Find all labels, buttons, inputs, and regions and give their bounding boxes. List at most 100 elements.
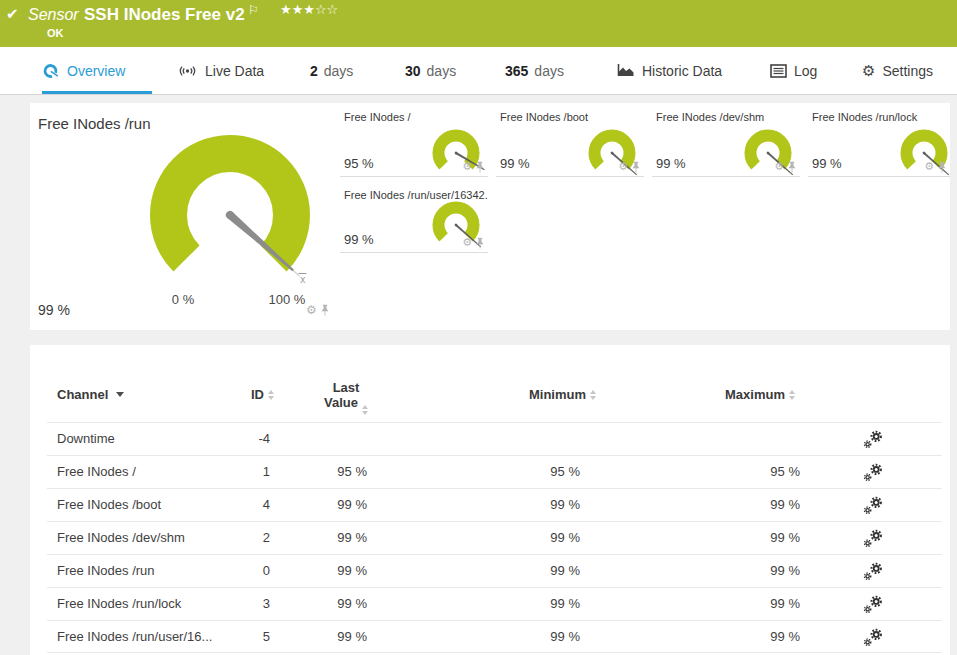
channel-name[interactable]: Free INodes /dev/shm — [57, 521, 185, 554]
gauge-value: 99 % — [500, 156, 530, 171]
channel-settings-icon[interactable] — [863, 496, 883, 515]
channel-maximum: 99 % — [700, 521, 800, 554]
channel-name[interactable]: Downtime — [57, 422, 115, 455]
table-row[interactable]: Free INodes /run 0 99 % 99 % 99 % — [30, 554, 950, 587]
channel-settings-icon[interactable] — [863, 628, 883, 647]
pin-icon[interactable] — [475, 161, 485, 173]
channels-table: Channel ID Last Value Minimum Maximum Do… — [30, 345, 950, 655]
gauge-tile: Free INodes /run/user/16342... 99 % ⚙ — [340, 188, 488, 253]
gauge-settings-icon[interactable]: ⚙ — [618, 160, 628, 173]
channel-settings-icon[interactable] — [863, 529, 883, 548]
gauge-value: 99 % — [656, 156, 686, 171]
channel-id: 2 — [190, 521, 270, 554]
col-header-id[interactable]: ID — [170, 387, 274, 402]
channel-minimum: 95 % — [480, 455, 580, 488]
gauge-settings-icon[interactable]: ⚙ — [924, 160, 934, 173]
channel-settings-icon[interactable] — [863, 463, 883, 482]
gauge-tile: Free INodes /dev/shm 99 % ⚙ — [652, 110, 800, 177]
svg-text:x: x — [300, 274, 305, 285]
channel-maximum: 99 % — [700, 620, 800, 653]
channel-name[interactable]: Free INodes /run/lock — [57, 587, 181, 620]
gauge-settings-icon[interactable]: ⚙ — [774, 160, 784, 173]
channel-id: 4 — [190, 488, 270, 521]
tab-label: Historic Data — [642, 63, 722, 79]
channel-id: 1 — [190, 455, 270, 488]
gauges-panel: Free INodes /run x 0 % 100 % 99 % ⚙ Free… — [30, 103, 950, 330]
average-marker: x — [299, 274, 307, 286]
sensor-header: ✔ Sensor SSH INodes Free v2 ⚐ ★★★☆☆ OK — [0, 0, 957, 47]
sort-icon — [590, 390, 596, 400]
table-row[interactable]: Downtime -4 — [30, 422, 950, 455]
object-kind-label: Sensor — [28, 6, 79, 24]
channel-last-value: 99 % — [280, 521, 367, 554]
tab-live-data[interactable]: Live Data — [177, 47, 264, 94]
pin-icon[interactable] — [320, 304, 330, 316]
status-check-icon: ✔ — [6, 5, 19, 23]
channel-maximum: 99 % — [700, 488, 800, 521]
tab-label: Live Data — [205, 63, 264, 79]
gauge-tile: Free INodes / 95 % ⚙ — [340, 110, 488, 177]
gauge-tile: Free INodes /run/lock 99 % ⚙ — [808, 110, 950, 177]
flag-icon[interactable]: ⚐ — [248, 3, 259, 17]
table-row[interactable]: Free INodes /boot 4 99 % 99 % 99 % — [30, 488, 950, 521]
channel-last-value: 95 % — [280, 455, 367, 488]
channel-minimum: 99 % — [480, 620, 580, 653]
tab-settings[interactable]: ⚙ Settings — [862, 47, 933, 94]
tab-30-days[interactable]: 30days — [405, 47, 456, 94]
table-row[interactable]: Free INodes /run/lock 3 99 % 99 % 99 % — [30, 587, 950, 620]
stars-filled[interactable]: ★★★ — [280, 2, 315, 17]
channel-minimum: 99 % — [480, 587, 580, 620]
table-row[interactable]: Free INodes / 1 95 % 95 % 95 % — [30, 455, 950, 488]
col-header-minimum[interactable]: Minimum — [480, 387, 596, 402]
gauge-tile: Free INodes /boot 99 % ⚙ — [496, 110, 644, 177]
channel-minimum: 99 % — [480, 554, 580, 587]
pin-icon[interactable] — [631, 161, 641, 173]
sensor-title: SSH INodes Free v2 — [84, 5, 245, 25]
channel-name[interactable]: Free INodes /run — [57, 554, 155, 587]
pin-icon[interactable] — [937, 161, 947, 173]
log-icon — [770, 64, 787, 78]
stars-empty[interactable]: ☆☆ — [315, 2, 338, 17]
col-header-maximum[interactable]: Maximum — [680, 387, 795, 402]
tab-label: Overview — [67, 63, 125, 79]
primary-gauge: x — [125, 115, 345, 315]
channel-minimum: 99 % — [480, 488, 580, 521]
channel-last-value: 99 % — [280, 620, 367, 653]
tab-bar: Overview Live Data 2days 30days 365days … — [0, 47, 957, 95]
col-header-channel[interactable]: Channel — [57, 387, 124, 402]
sort-icon — [362, 405, 368, 415]
channel-settings-icon[interactable] — [863, 595, 883, 614]
channel-name[interactable]: Free INodes / — [57, 455, 136, 488]
tab-2-days[interactable]: 2days — [310, 47, 353, 94]
tab-365-days[interactable]: 365days — [505, 47, 564, 94]
channel-name[interactable]: Free INodes /boot — [57, 488, 161, 521]
gauge-value: 95 % — [344, 156, 374, 171]
channel-settings-icon[interactable] — [863, 562, 883, 581]
priority-stars[interactable]: ★★★☆☆ — [280, 2, 338, 17]
table-row[interactable]: Free INodes /dev/shm 2 99 % 99 % 99 % — [30, 521, 950, 554]
channel-last-value: 99 % — [280, 554, 367, 587]
gauge-settings-icon[interactable]: ⚙ — [462, 236, 472, 249]
pin-icon[interactable] — [475, 237, 485, 249]
channel-id: -4 — [190, 422, 270, 455]
channel-maximum: 95 % — [700, 455, 800, 488]
sort-icon — [268, 390, 274, 400]
channel-maximum: 99 % — [700, 587, 800, 620]
live-data-icon — [177, 62, 198, 80]
pin-icon[interactable] — [787, 161, 797, 173]
primary-gauge-value: 99 % — [38, 302, 70, 318]
sort-desc-icon — [116, 392, 124, 397]
tab-historic-data[interactable]: Historic Data — [617, 47, 722, 94]
channel-id: 3 — [190, 587, 270, 620]
table-row[interactable]: Free INodes /run/user/16... 5 99 % 99 % … — [30, 620, 950, 653]
tab-overview[interactable]: Overview — [42, 47, 125, 94]
gauge-settings-icon[interactable]: ⚙ — [306, 303, 317, 317]
channel-id: 5 — [190, 620, 270, 653]
gauge — [892, 121, 957, 191]
channel-settings-icon[interactable] — [863, 430, 883, 449]
gauge-icon — [42, 62, 60, 80]
channel-last-value: 99 % — [280, 488, 367, 521]
gauge-settings-icon[interactable]: ⚙ — [462, 160, 472, 173]
tab-log[interactable]: Log — [770, 47, 817, 94]
col-header-last-value[interactable]: Last Value — [310, 380, 382, 415]
